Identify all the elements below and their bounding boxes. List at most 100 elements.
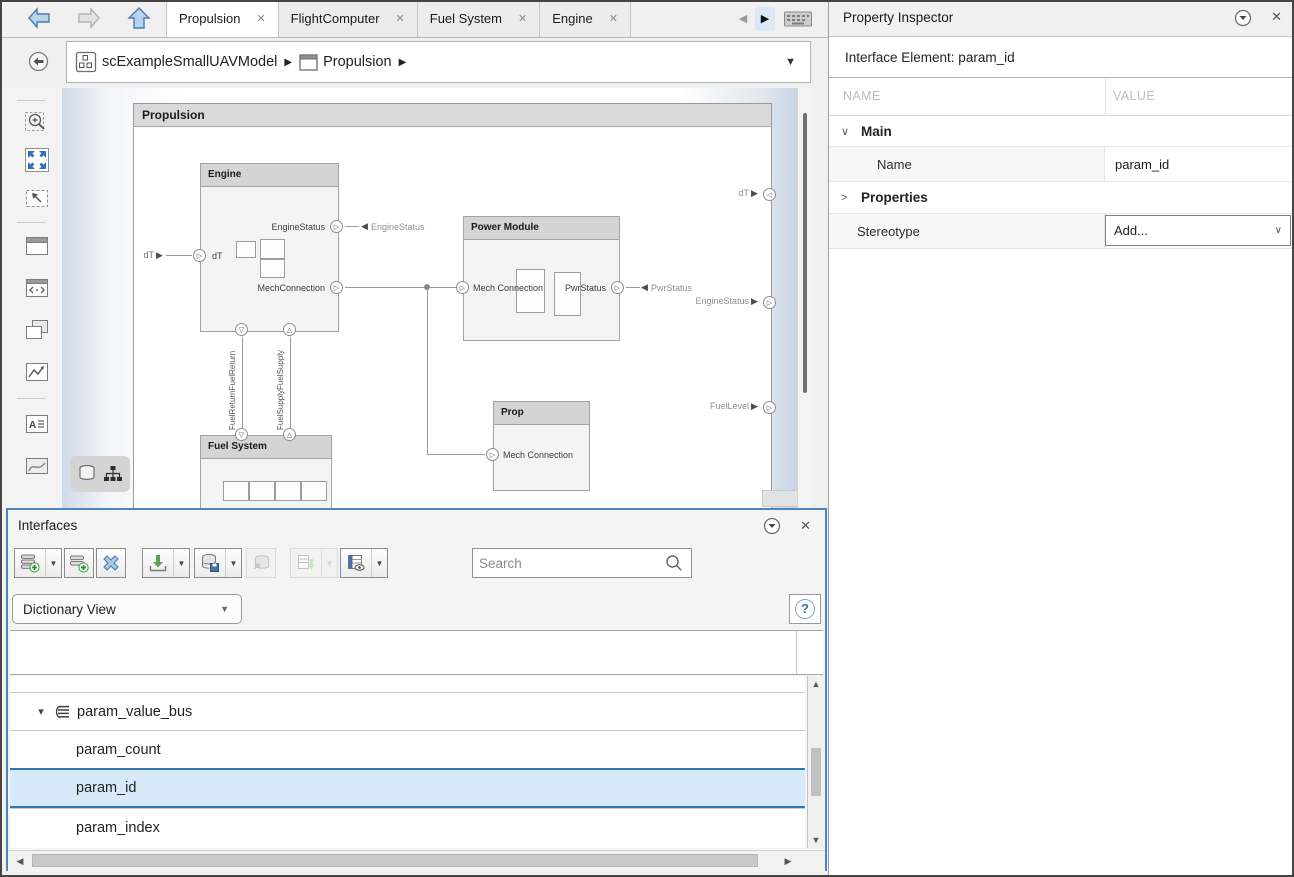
connector-dt[interactable] [166, 255, 192, 256]
tree-row-param-value-bus[interactable]: ▾ param_value_bus [10, 692, 805, 730]
signal-frame-tool-icon[interactable] [23, 358, 51, 386]
tab-scroll-left-icon[interactable]: ◀ [733, 7, 753, 31]
connector-mech-prop[interactable] [428, 454, 485, 455]
breadcrumb-dropdown-icon[interactable]: ▼ [785, 56, 796, 68]
forward-icon[interactable] [76, 6, 102, 30]
canvas-scrollbar-thumb[interactable] [803, 113, 807, 393]
connector-mech-v[interactable] [427, 290, 428, 455]
help-button[interactable]: ? [789, 594, 821, 624]
delete-button[interactable] [96, 548, 126, 578]
diagram-canvas[interactable]: Propulsion Engine dT EngineStatus MechCo… [62, 88, 812, 508]
tab-flightcomputer[interactable]: FlightComputer ✕ [279, 0, 418, 37]
connector-enginestatus[interactable] [345, 226, 359, 227]
link-dictionary-button[interactable] [246, 548, 276, 578]
tab-close-icon[interactable]: ✕ [396, 12, 405, 25]
tab-close-icon[interactable]: ✕ [609, 12, 618, 25]
fuel-port-supply[interactable]: △ [283, 428, 296, 441]
tree-vertical-scrollbar[interactable]: ▲ ▼ [807, 676, 824, 848]
engine-port-mech[interactable]: ▷ [330, 281, 343, 294]
column-visibility-button[interactable]: ▼ [340, 548, 388, 578]
tab-propulsion[interactable]: Propulsion ✕ [166, 0, 279, 37]
engine-port-dt[interactable]: ▷ [193, 249, 206, 262]
engine-port-status[interactable]: ▷ [330, 220, 343, 233]
engine-port-fuel-supply[interactable]: △ [283, 323, 296, 336]
power-module-block[interactable]: Power Module [463, 216, 620, 341]
power-port-pwr[interactable]: ▷ [611, 281, 624, 294]
panel-menu-icon[interactable] [1234, 9, 1252, 27]
prop-port-mech[interactable]: ▷ [486, 448, 499, 461]
keyboard-icon[interactable] [784, 11, 812, 27]
tab-fuel-system[interactable]: Fuel System ✕ [418, 0, 540, 37]
dictionary-icon[interactable] [77, 464, 97, 484]
code-frame-tool-icon[interactable] [23, 274, 51, 302]
tree-vscroll-thumb[interactable] [811, 748, 821, 796]
annotation-tool-icon[interactable]: A [23, 410, 51, 438]
prop-block[interactable]: Prop [493, 401, 590, 491]
tree-row-param-index[interactable]: param_index [10, 808, 805, 846]
connector-fuel-supply[interactable] [290, 337, 291, 428]
frame-tool-icon[interactable] [23, 232, 51, 260]
scroll-left-icon[interactable]: ◀ [12, 853, 28, 869]
tree-horizontal-scrollbar[interactable]: ◀ ▶ [8, 850, 825, 872]
tab-close-icon[interactable]: ✕ [256, 12, 265, 25]
breadcrumb-component[interactable]: Propulsion [323, 54, 392, 70]
breadcrumb-arrow-icon[interactable]: ▶ [399, 57, 407, 68]
back-icon[interactable] [26, 6, 52, 30]
import-dropdown-icon[interactable]: ▼ [173, 549, 189, 577]
panel-menu-icon[interactable] [763, 517, 781, 535]
navigate-up-icon[interactable] [28, 51, 49, 72]
fuel-system-block[interactable]: Fuel System [200, 435, 332, 508]
tab-engine[interactable]: Engine ✕ [540, 0, 631, 37]
tab-scroll-right-icon[interactable]: ▶ [755, 7, 775, 31]
export-table-dropdown-icon[interactable]: ▼ [321, 549, 337, 577]
save-dictionary-button[interactable]: ▼ [194, 548, 242, 578]
section-collapsed-icon[interactable]: > [829, 192, 861, 204]
tree-row-param-count[interactable]: param_count [10, 730, 805, 768]
section-properties[interactable]: > Properties [829, 182, 1294, 214]
edge-port-dt[interactable]: ◁ [763, 188, 776, 201]
scroll-right-icon[interactable]: ▶ [780, 853, 796, 869]
import-button[interactable]: ▼ [142, 548, 190, 578]
edge-port-fuellevel[interactable]: ▷ [763, 401, 776, 414]
connector-fuel-return[interactable] [242, 337, 243, 428]
hierarchy-icon[interactable] [103, 465, 123, 483]
tree-row-param-id-selected[interactable]: param_id [10, 768, 805, 808]
export-table-button[interactable]: ▼ [290, 548, 338, 578]
image-tool-icon[interactable] [23, 452, 51, 480]
add-interface-button[interactable]: ▼ [14, 548, 62, 578]
column-visibility-dropdown-icon[interactable]: ▼ [371, 549, 387, 577]
section-main[interactable]: ∨ Main [829, 116, 1294, 147]
view-selector[interactable]: Dictionary View ▼ [12, 594, 242, 624]
add-element-button[interactable] [64, 548, 94, 578]
save-dictionary-dropdown-icon[interactable]: ▼ [225, 549, 241, 577]
tab-close-icon[interactable]: ✕ [518, 12, 527, 25]
up-icon[interactable] [126, 6, 152, 30]
panel-close-icon[interactable]: ✕ [800, 518, 811, 534]
connector-mech-h[interactable] [345, 287, 456, 288]
edge-port-enginestatus[interactable]: ▷ [763, 296, 776, 309]
breadcrumb-model[interactable]: scExampleSmallUAVModel [102, 54, 277, 70]
zoom-region-icon[interactable] [23, 108, 51, 136]
power-port-mech[interactable]: ▷ [456, 281, 469, 294]
panel-close-icon[interactable]: ✕ [1271, 9, 1282, 25]
name-value[interactable]: param_id [1105, 147, 1169, 181]
fuel-port-return[interactable]: ▽ [235, 428, 248, 441]
expand-icon[interactable]: ▾ [34, 705, 48, 718]
stereotype-combobox[interactable]: Add... ∨ [1105, 215, 1291, 246]
stereotype-caret-icon: ∨ [1275, 225, 1282, 236]
search-input[interactable] [473, 556, 665, 571]
scroll-up-icon[interactable]: ▲ [808, 676, 824, 692]
scroll-down-icon[interactable]: ▼ [808, 832, 824, 848]
add-interface-dropdown-icon[interactable]: ▼ [45, 549, 61, 577]
fit-to-view-icon[interactable] [23, 146, 51, 174]
connector-pwrstatus[interactable] [626, 287, 640, 288]
engine-port-fuel-return[interactable]: ▽ [235, 323, 248, 336]
engine-block[interactable]: Engine [200, 163, 339, 332]
zoom-to-selection-icon[interactable] [23, 184, 51, 212]
breadcrumb-arrow-icon[interactable]: ▶ [284, 57, 292, 68]
duplicate-frame-tool-icon[interactable] [23, 316, 51, 344]
search-icon[interactable] [665, 554, 691, 572]
canvas-vertical-scrollbar[interactable] [797, 88, 812, 508]
tree-hscroll-thumb[interactable] [32, 854, 758, 867]
section-expanded-icon[interactable]: ∨ [829, 125, 861, 138]
